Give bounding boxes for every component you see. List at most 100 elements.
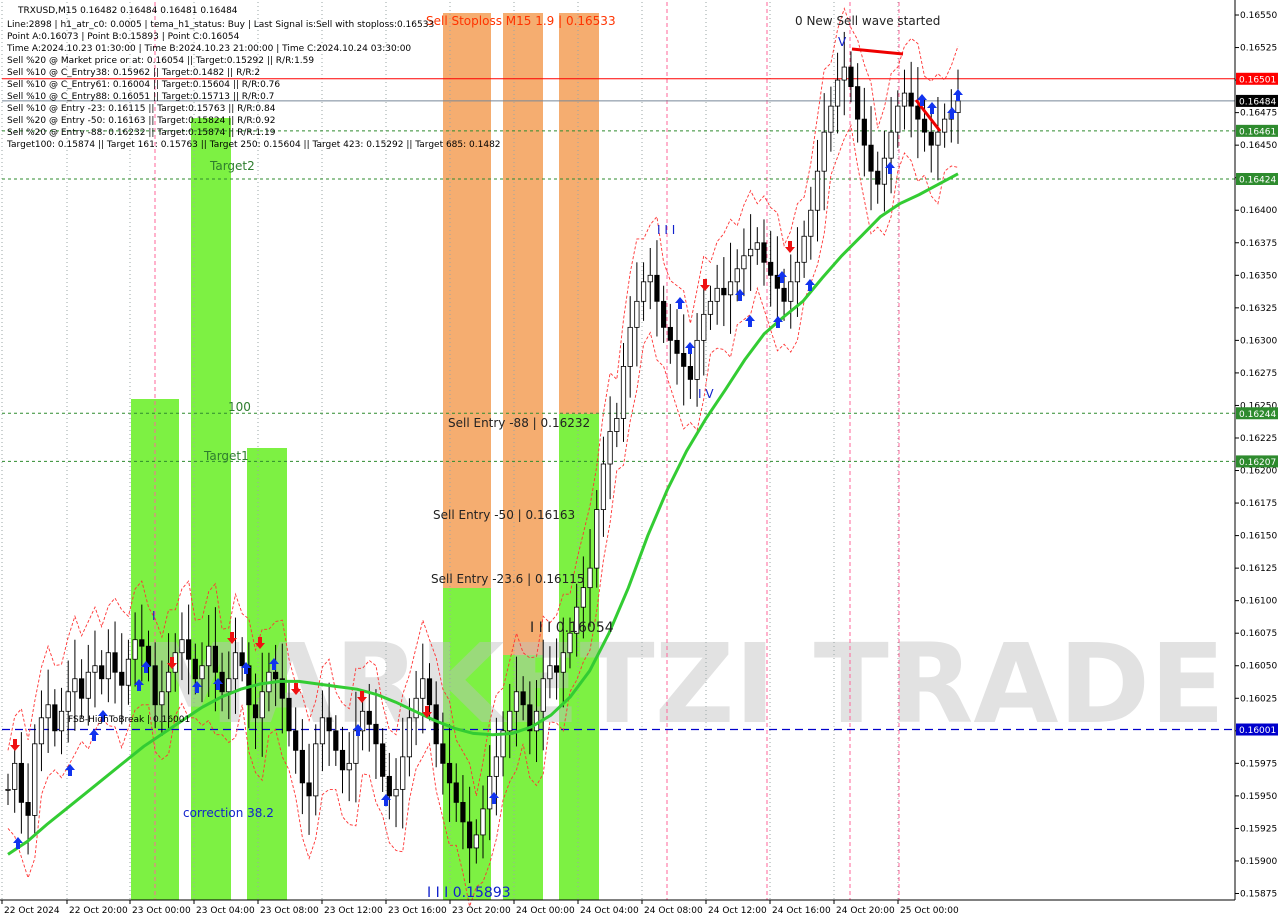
candle-body [861,118,867,146]
info-line-4: Sell %10 @ C_Entry38: 0.15962 || Target:… [7,68,260,78]
price-tag-label: 0.16001 [1239,726,1276,736]
symbol-line: TRXUSD,M15 0.16482 0.16484 0.16481 0.164… [17,6,238,16]
candle-body [620,366,627,419]
price-tick-label: 0.16200 [1240,467,1277,477]
candle-body [92,665,98,673]
candle-body [774,274,780,289]
candle-body [119,671,125,686]
price-tick-label: 0.16475 [1240,109,1277,119]
price-tick-label: 0.16125 [1240,564,1277,574]
candle-body [513,691,520,712]
time-tick-label: 23 Oct 00:00 [132,906,191,916]
time-tick-label: 22 Oct 20:00 [69,906,128,916]
target1-label: Target1 [203,449,249,463]
candle-body [58,710,65,732]
bull-zone [191,118,231,900]
candle-body [132,639,138,660]
candle-body [299,749,305,784]
candle-body [426,678,433,706]
candle-body [587,567,593,589]
price-tick-label: 0.16275 [1240,369,1277,379]
candle-body [640,281,647,302]
trading-chart: MARKETZI TRADE Sell Stoploss M15 1.9 | 0… [0,0,1280,920]
candle-body [18,762,24,803]
candle-body [741,255,747,270]
candle-body [440,743,446,764]
candle-body [65,691,71,712]
time-tick-label: 24 Oct 16:00 [772,906,831,916]
candle-body [105,652,111,680]
wave-iii-label: I I I [657,223,675,237]
candle-body [901,92,908,107]
price-tick-label: 0.16175 [1240,499,1277,509]
candle-body [186,639,192,660]
candle-body [239,652,245,667]
price-tick-label: 0.16100 [1240,597,1277,607]
price-tick-label: 0.15950 [1240,792,1277,802]
time-tick-label: 23 Oct 08:00 [260,906,319,916]
time-tick-label: 23 Oct 04:00 [196,906,255,916]
candle-body [400,756,406,790]
sell-entry-50-label: Sell Entry -50 | 0.16163 [433,508,575,522]
candle-body [821,131,827,172]
point-b-label: I I I 0.15893 [427,885,511,901]
price-tick-label: 0.16350 [1240,271,1277,281]
price-tick-label: 0.16400 [1240,206,1277,216]
candle-body [467,821,473,849]
candle-body [286,697,292,732]
candle-body [159,691,165,706]
candle-body [895,105,901,133]
candle-body [85,671,91,699]
candle-body [433,704,439,745]
info-line-10: Target100: 0.15874 || Target 161: 0.1576… [6,140,501,150]
candle-body [125,658,132,686]
candle-body [366,710,372,725]
candle-body [78,678,85,699]
info-line-1: Point A:0.16073 | Point B:0.15893 | Poin… [7,32,240,42]
candle-body [808,209,814,237]
time-tick-label: 23 Oct 20:00 [452,906,511,916]
info-line-9: Sell %20 @ Entry -88: 0.16232 || Target:… [7,128,276,138]
candle-body [654,274,660,302]
candle-body [627,326,633,367]
candle-body [420,678,426,699]
candle-body [828,105,834,133]
candle-body [520,691,526,706]
time-tick-label: 23 Oct 12:00 [324,906,383,916]
info-line-6: Sell %10 @ C_Entry88: 0.16051 || Target:… [7,92,274,102]
price-tick-label: 0.16375 [1240,239,1277,249]
candle-body [313,743,319,797]
candle-body [326,717,332,732]
candle-body [801,235,807,263]
candle-body [553,665,560,673]
candle-body [921,118,928,133]
candle-body [881,157,888,185]
candle-body [781,287,787,302]
target2-label: Target2 [209,159,255,173]
wave-iv-label: I V [698,387,714,401]
price-tick-label: 0.15875 [1240,889,1277,899]
wave-i-label: I [152,609,156,623]
price-tick-label: 0.16025 [1240,694,1277,704]
price-tick-label: 0.15900 [1240,857,1277,867]
time-tick-label: 23 Oct 16:00 [388,906,447,916]
candle-body [12,762,18,790]
fsb-label: FSB-HighToBreak | 0.16001 [68,715,190,725]
info-line-3: Sell %20 @ Market price or at: 0.16054 |… [7,56,314,66]
candle-body [915,105,921,120]
candle-body [206,645,212,667]
candle-body [594,509,600,569]
candle-body [212,645,218,673]
candle-body [661,300,667,328]
candle-body [226,678,232,693]
price-tick-label: 0.16525 [1240,44,1277,54]
candle-body [507,710,513,732]
info-line-0: Line:2898 | h1_atr_c0: 0.0005 | tema_h1_… [7,20,434,30]
candle-body [453,782,459,803]
candle-body [373,723,379,745]
price-tick-label: 0.16300 [1240,336,1277,346]
candle-body [928,131,934,146]
price-tick-label: 0.16450 [1240,141,1277,151]
candle-body [834,79,841,107]
candle-body [293,730,299,751]
